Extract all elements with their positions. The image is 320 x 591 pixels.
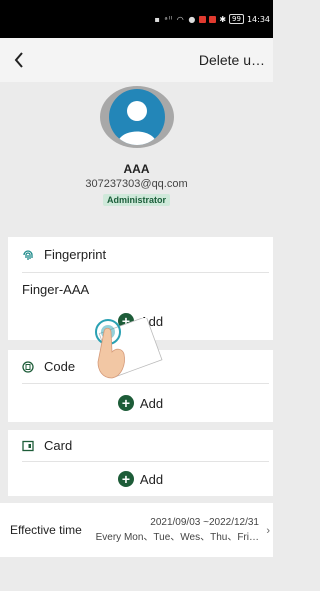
card-title: Card <box>44 438 73 453</box>
chevron-left-icon[interactable] <box>10 51 28 69</box>
notification-icon <box>199 15 207 23</box>
effective-date-range: 2021/09/03 ~2022/12/31 <box>150 517 259 528</box>
effective-days: Every Mon、Tue、Wes、Thu、Fri… <box>95 532 259 543</box>
user-email: 307237303@qq.com <box>85 178 188 190</box>
code-icon <box>22 360 34 373</box>
header-bar: Delete u… <box>0 38 273 82</box>
code-title: Code <box>44 359 76 374</box>
app-icon <box>209 15 217 23</box>
tap-hand-icon <box>84 316 164 390</box>
delete-user-button[interactable]: Delete u… <box>199 52 265 68</box>
bluetooth-icon: ✱ <box>219 14 227 24</box>
user-profile: AAA 307237303@qq.com Administrator <box>0 82 273 206</box>
fingerprint-header: Fingerprint <box>22 237 269 273</box>
add-card-label: Add <box>139 471 164 487</box>
card-icon <box>22 440 34 452</box>
clock: 14:34 <box>246 14 270 24</box>
add-card-button[interactable]: + Add <box>22 462 273 496</box>
chevron-right-icon: › <box>266 525 270 537</box>
add-code-label: Add <box>139 395 164 411</box>
plus-icon: + <box>117 395 134 411</box>
status-bar: ▪ ᵃˡˡ ◠ ● ✱ 99 14:34 <box>0 0 273 38</box>
avatar <box>99 86 174 148</box>
fingerprint-item[interactable]: Finger-AAA <box>22 273 273 305</box>
effective-time-row[interactable]: Effective time 2021/09/03 ~2022/12/31 Ev… <box>0 503 273 557</box>
status-icons: ▪ ᵃˡˡ ◠ ● <box>154 14 197 24</box>
fingerprint-icon <box>22 249 34 261</box>
effective-time-label: Effective time <box>10 523 82 537</box>
user-avatar-icon <box>108 89 165 145</box>
card-section: Card + Add <box>8 430 273 496</box>
user-name: AAA <box>123 162 150 176</box>
card-header: Card <box>22 430 269 462</box>
role-badge: Administrator <box>102 194 170 206</box>
fingerprint-title: Fingerprint <box>44 247 107 262</box>
plus-icon: + <box>117 471 134 487</box>
battery-indicator: 99 <box>229 14 244 24</box>
effective-time-values: 2021/09/03 ~2022/12/31 Every Mon、Tue、Wes… <box>96 517 259 543</box>
